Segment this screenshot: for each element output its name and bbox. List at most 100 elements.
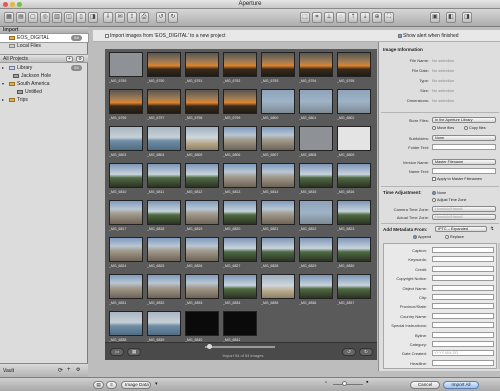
layout-icon[interactable]: ▣ [430,12,440,23]
thumbnail-image[interactable] [223,89,257,114]
loupe-icon[interactable]: ⊕ [372,12,382,23]
append-radio[interactable]: Append [413,235,431,239]
thumbnail-cell[interactable]: _MG_6830 [335,235,373,274]
thumbnail-cell[interactable]: _MG_6834 [221,272,259,311]
metadata-field-input[interactable] [432,312,494,319]
thumbnail-image[interactable] [299,126,333,151]
metadata-field-input[interactable] [432,294,494,300]
thumbnail-image[interactable] [185,163,219,188]
thumbnail-cell[interactable]: _MG_6791 [183,50,221,89]
import-all-button[interactable]: Import All [443,381,479,389]
disclosure-triangle-icon[interactable]: ▸ [2,96,4,104]
thumbnail-image[interactable] [185,52,219,77]
thumbnail-image[interactable] [147,274,181,299]
thumbnail-image[interactable] [261,52,295,77]
thumbnail-cell[interactable]: _MG_6833 [183,272,221,311]
thumbnail-image[interactable] [109,200,143,225]
thumbnail-cell[interactable]: _MG_6810 [107,161,145,200]
projects-popup[interactable]: All Projects [3,56,28,62]
thumbnail-image[interactable] [261,126,295,151]
thumbnail-image[interactable] [299,274,333,299]
thumbnail-image[interactable] [337,126,371,151]
stack-icon[interactable]: ◨ [88,12,98,23]
rotate-right-icon[interactable]: ↻ [168,12,178,23]
thumbnail-cell[interactable]: _MG_6837 [335,272,373,311]
folder-text-field[interactable] [432,144,496,150]
subfolders-popup[interactable]: None [432,135,496,141]
thumbnail-image[interactable] [109,52,143,77]
crop-icon[interactable]: ⌗ [312,12,322,23]
thumbnail-image[interactable] [223,52,257,77]
straighten-icon[interactable]: ⟂ [324,12,334,23]
thumbnail-cell[interactable]: _MG_6822 [297,198,335,237]
thumbnail-cell[interactable]: _MG_6794 [297,50,335,89]
thumbnail-cell[interactable]: _MG_6806 [221,124,259,163]
thumbnail-size-slider[interactable] [205,346,275,348]
browser-icon[interactable]: ◨ [462,12,472,23]
copy-files-radio[interactable]: Copy files [464,126,486,130]
thumbnail-image[interactable] [299,89,333,114]
thumbnail-cell[interactable]: _MG_6802 [335,87,373,126]
light-table-icon[interactable]: ▥ [52,12,62,23]
thumbnail-image[interactable] [337,200,371,225]
thumbnail-cell[interactable]: _MG_6818 [145,198,183,237]
thumbnail-image[interactable] [109,274,143,299]
project-icon[interactable]: ▦ [4,12,14,23]
replace-radio[interactable]: Replace [445,235,464,239]
thumbnail-cell[interactable]: _MG_6789 [107,50,145,89]
thumbnail-image[interactable] [337,89,371,114]
thumbnail-cell[interactable]: _MG_6825 [145,235,183,274]
zoom-in-icon[interactable]: ▪ [366,379,368,386]
thumbnail-image[interactable] [223,126,257,151]
thumbnail-cell[interactable]: _MG_6819 [183,198,221,237]
thumbnail-cell[interactable]: _MG_6826 [183,235,221,274]
thumbnail-cell[interactable]: _MG_6790 [145,50,183,89]
metadata-action-icon[interactable]: ↯ [490,226,494,232]
thumbnail-image[interactable] [223,311,257,336]
thumbnail-cell[interactable]: _MG_6829 [297,235,335,274]
thumbnail-image[interactable] [261,274,295,299]
import-to-new-project-checkbox[interactable]: Import images from 'EOS_DIGITAL' to a ne… [105,30,225,42]
metadata-field-input[interactable]: YYYY-MM-DD [432,350,494,357]
sidebar-item-trips[interactable]: ▸ Trips [0,96,88,104]
thumbnail-image[interactable] [185,200,219,225]
thumbnail-cell[interactable]: _MG_6807 [259,124,297,163]
thumbnail-image[interactable] [299,163,333,188]
metadata-field-input[interactable] [432,359,494,366]
view-popup[interactable]: Image Data [121,381,151,389]
thumbnail-image[interactable] [147,52,181,77]
thumbnail-image[interactable] [185,237,219,262]
camera-time-zone-popup[interactable]: Honolulu/Hawaii [432,206,496,212]
thumbnail-image[interactable] [337,163,371,188]
thumbnail-image[interactable] [299,52,333,77]
viewer-icon[interactable]: ◧ [446,12,456,23]
thumbnail-image[interactable] [147,126,181,151]
sidebar-item-south-america[interactable]: ▾ South America [0,80,88,88]
thumbnail-image[interactable] [223,237,257,262]
thumbnail-cell[interactable]: _MG_6817 [107,198,145,237]
import-icon[interactable]: ⇩ [103,12,113,23]
rotate-left-icon[interactable]: ↺ [156,12,166,23]
show-alert-checkbox[interactable]: Show alert when finished [398,30,459,42]
minimize-window-button[interactable] [10,2,15,7]
thumbnail-image[interactable] [109,163,143,188]
thumbnail-cell[interactable]: _MG_6801 [297,87,335,126]
view-options-icon[interactable]: ▾ [155,381,158,387]
thumbnail-cell[interactable]: _MG_6797 [145,87,183,126]
thumbnail-image[interactable] [147,200,181,225]
filmstrip-view-button[interactable]: ▭ [110,348,124,356]
name-text-field[interactable] [432,168,496,174]
thumbnail-image[interactable] [223,274,257,299]
thumbnail-cell[interactable]: _MG_6799 [221,87,259,126]
version-name-popup[interactable]: Master Filename [432,159,496,165]
rotate-left-button[interactable]: ↺ [342,348,356,356]
thumbnail-cell[interactable]: _MG_6798 [183,87,221,126]
export-icon[interactable]: ⇪ [127,12,137,23]
thumbnail-cell[interactable]: _MG_6800 [259,87,297,126]
metadata-field-input[interactable] [432,265,494,272]
thumbnail-image[interactable] [299,200,333,225]
sidebar-item-local-files[interactable]: Local Files [0,42,88,50]
thumbnail-image[interactable] [261,89,295,114]
thumbnail-cell[interactable]: _MG_6813 [221,161,259,200]
sidebar-item-library[interactable]: ▸ Library 54 [0,64,88,72]
